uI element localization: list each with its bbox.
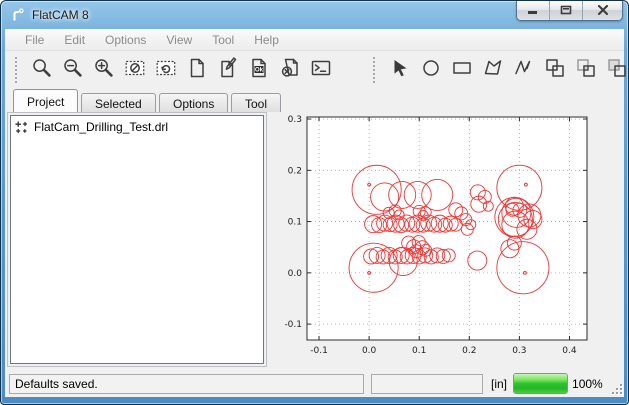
x-tick-label: 0.3 [512, 346, 526, 356]
draw-polygon-icon [482, 57, 504, 84]
progress-percent-label: 100% [572, 377, 603, 391]
draw-circle-button[interactable] [416, 55, 446, 85]
clear-plot-icon [124, 57, 146, 84]
status-bar: Defaults saved. [in] 100% [5, 370, 624, 397]
flatcam-logo-icon [10, 7, 26, 23]
x-tick-label: 0.1 [412, 346, 426, 356]
window-title: FlatCAM 8 [32, 8, 89, 22]
select-button[interactable] [385, 55, 415, 85]
units-label: [in] [491, 377, 507, 391]
tab-options[interactable]: Options [159, 93, 228, 112]
project-tree[interactable]: FlatCam_Drilling_Test.drl [10, 115, 264, 364]
resize-grip[interactable] [610, 382, 622, 394]
tree-item[interactable]: FlatCam_Drilling_Test.drl [11, 116, 263, 134]
draw-rectangle-button[interactable] [447, 55, 477, 85]
shell-icon [310, 57, 332, 84]
subtract-icon [606, 57, 628, 84]
toolbar-drag-handle[interactable] [373, 57, 378, 83]
zoom-fit-icon [31, 57, 53, 84]
draw-rectangle-icon [451, 57, 473, 84]
toolbar-group-plot-tools: Ok [5, 51, 337, 89]
intersect-icon [575, 57, 597, 84]
y-tick-label: 0.0 [288, 269, 303, 279]
run-script-icon: Ok [248, 57, 270, 84]
tab-bar: ProjectSelectedOptionsTool [5, 89, 624, 112]
zoom-in-icon [93, 57, 115, 84]
union-icon [544, 57, 566, 84]
flatcam-window: FlatCAM 8 FileEditOptionsViewToolHelp Ok… [0, 0, 629, 405]
menu-file[interactable]: File [15, 30, 54, 50]
tab-selected[interactable]: Selected [81, 93, 156, 112]
progress-bar [513, 373, 568, 394]
y-tick-label: 0.1 [288, 218, 302, 228]
toolbar-drag-handle[interactable] [15, 57, 20, 83]
toolbar: Ok [5, 51, 624, 89]
status-secondary-field [371, 374, 483, 394]
menu-bar: FileEditOptionsViewToolHelp [5, 29, 624, 51]
zoom-in-button[interactable] [89, 55, 119, 85]
title-bar[interactable]: FlatCAM 8 [1, 1, 628, 29]
draw-polyline-icon [513, 57, 535, 84]
project-pane: FlatCam_Drilling_Test.drl [7, 112, 267, 367]
minimize-button[interactable] [517, 1, 550, 20]
edit-script-icon [217, 57, 239, 84]
x-tick-label: 0.2 [462, 346, 476, 356]
tab-project[interactable]: Project [13, 89, 78, 112]
close-button[interactable] [583, 1, 622, 20]
intersect-button[interactable] [571, 55, 601, 85]
tree-item-label: FlatCam_Drilling_Test.drl [34, 120, 168, 134]
shell-button[interactable] [306, 55, 336, 85]
delete-object-button[interactable] [275, 55, 305, 85]
drill-object-icon [15, 121, 28, 134]
x-tick-label: -0.1 [310, 346, 328, 356]
close-icon [597, 2, 609, 20]
y-tick-label: 0.3 [288, 115, 302, 125]
subtract-button[interactable] [602, 55, 629, 85]
menu-view[interactable]: View [156, 30, 202, 50]
minimize-icon [527, 2, 539, 20]
x-tick-label: 0.0 [362, 346, 377, 356]
y-tick-label: 0.2 [288, 166, 302, 176]
new-file-button[interactable] [182, 55, 212, 85]
zoom-out-button[interactable] [58, 55, 88, 85]
clear-plot-button[interactable] [120, 55, 150, 85]
caption-buttons [516, 1, 623, 21]
run-script-button[interactable]: Ok [244, 55, 274, 85]
plot-canvas[interactable]: -0.1 0.0 0.1 0.2 0.3 0.4 -0.1 0.0 0.1 0.2 0.3 [269, 112, 622, 367]
client-area: FileEditOptionsViewToolHelp Ok ProjectSe… [5, 29, 624, 397]
draw-polygon-button[interactable] [478, 55, 508, 85]
main-area: FlatCam_Drilling_Test.drl -0.1 0.0 0.1 0.2 0… [5, 112, 624, 370]
drill-plot[interactable]: -0.1 0.0 0.1 0.2 0.3 0.4 -0.1 0.0 0.1 0.2 0.3 [269, 112, 622, 367]
zoom-fit-button[interactable] [27, 55, 57, 85]
menu-edit[interactable]: Edit [54, 30, 95, 50]
zoom-out-icon [62, 57, 84, 84]
menu-help[interactable]: Help [244, 30, 289, 50]
delete-object-icon [279, 57, 301, 84]
draw-polyline-button[interactable] [509, 55, 539, 85]
edit-script-button[interactable] [213, 55, 243, 85]
select-icon [389, 57, 411, 84]
x-tick-label: 0.4 [562, 346, 577, 356]
maximize-icon [560, 2, 572, 20]
toolbar-group-geometry-tools [363, 51, 629, 89]
y-tick-label: -0.1 [284, 320, 302, 330]
new-file-icon [186, 57, 208, 84]
menu-options[interactable]: Options [95, 30, 156, 50]
maximize-button[interactable] [550, 1, 583, 20]
replot-icon [155, 57, 177, 84]
union-button[interactable] [540, 55, 570, 85]
draw-circle-icon [420, 57, 442, 84]
replot-button[interactable] [151, 55, 181, 85]
menu-tool[interactable]: Tool [202, 30, 244, 50]
svg-text:Ok: Ok [255, 66, 264, 73]
progress-fill [514, 374, 567, 393]
status-message: Defaults saved. [9, 374, 364, 394]
tab-tool[interactable]: Tool [231, 93, 281, 112]
